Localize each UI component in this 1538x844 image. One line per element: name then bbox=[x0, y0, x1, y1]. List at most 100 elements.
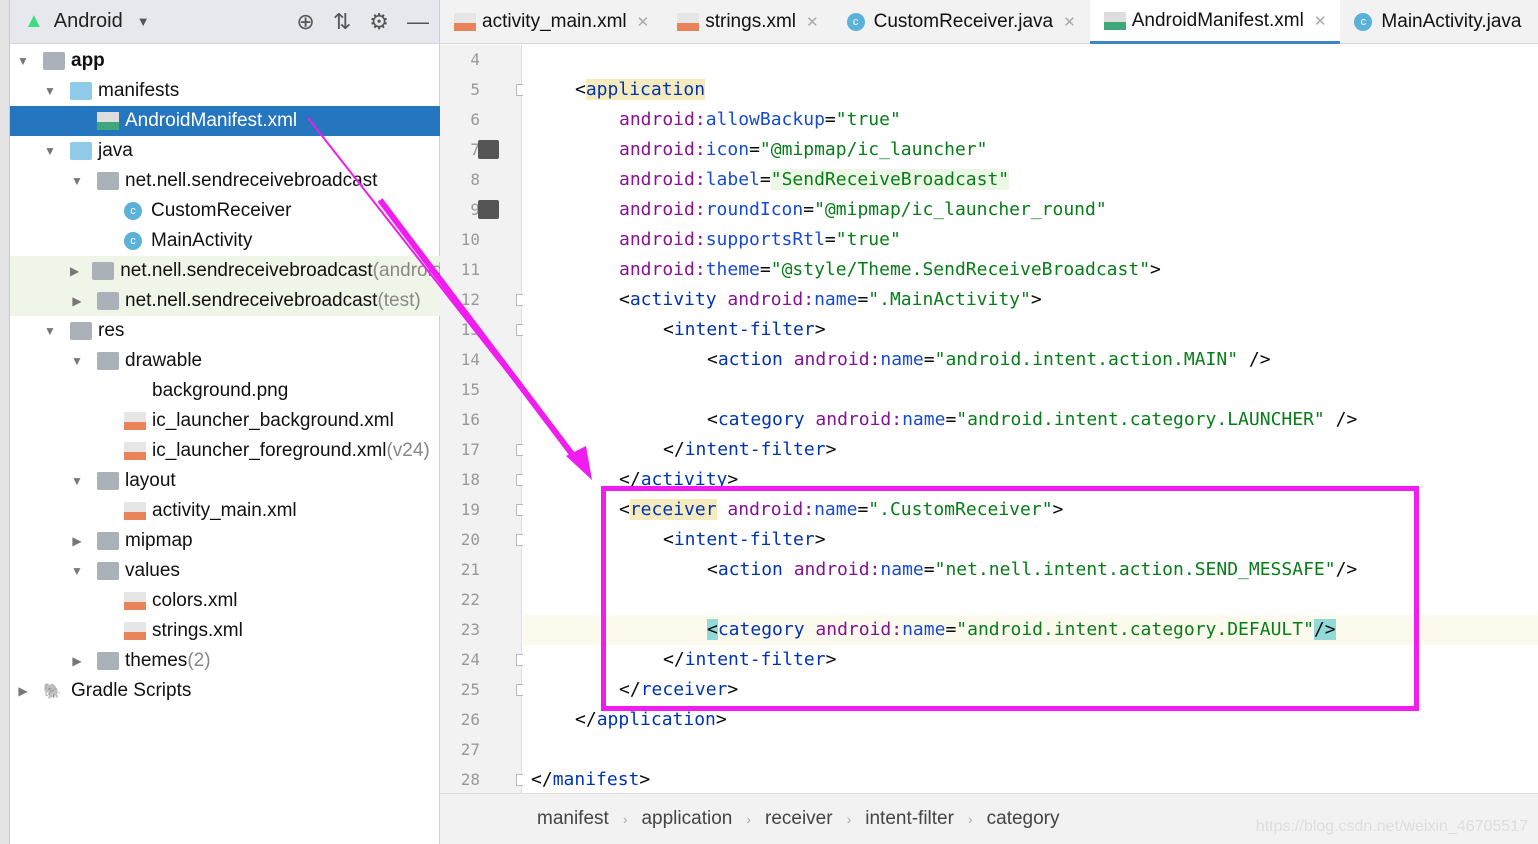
gear-icon[interactable]: ⚙ bbox=[369, 9, 389, 35]
image-preview-icon[interactable] bbox=[478, 140, 499, 159]
tab-customreceiver-java[interactable]: c CustomReceiver.java ✕ bbox=[833, 0, 1090, 44]
tab-mainactivity-java[interactable]: c MainActivity.java bbox=[1340, 0, 1535, 44]
expanded-arrow-icon[interactable]: ▼ bbox=[70, 474, 84, 488]
token-attr: label bbox=[705, 169, 760, 190]
line-number: 10 bbox=[460, 230, 480, 249]
tree-item-label: themes bbox=[125, 650, 188, 671]
expanded-arrow-icon[interactable]: ▼ bbox=[16, 54, 30, 68]
code-line[interactable]: <category android:name="android.intent.c… bbox=[523, 405, 1538, 435]
package-folder-icon bbox=[97, 472, 119, 490]
tree-item[interactable]: ▼ net.nell.sendreceivebroadcast bbox=[10, 166, 440, 196]
breadcrumb-category[interactable]: category bbox=[987, 808, 1060, 830]
locate-icon[interactable]: ⊕ bbox=[296, 9, 314, 35]
tree-item[interactable]: background.png bbox=[10, 376, 440, 406]
tree-item-label: CustomReceiver bbox=[151, 200, 292, 221]
code-line[interactable] bbox=[523, 375, 1538, 405]
tree-item[interactable]: ▼ res bbox=[10, 316, 440, 346]
close-icon[interactable]: ✕ bbox=[1314, 12, 1327, 30]
token-p: < bbox=[707, 409, 718, 430]
code-line[interactable]: <action android:name="android.intent.act… bbox=[523, 345, 1538, 375]
tree-item[interactable]: ▼ app bbox=[10, 46, 440, 76]
tree-item[interactable]: c CustomReceiver bbox=[10, 196, 440, 226]
image-preview-icon[interactable] bbox=[478, 200, 499, 219]
expanded-arrow-icon[interactable]: ▼ bbox=[43, 144, 57, 158]
line-number: 13 bbox=[460, 320, 480, 339]
breadcrumb-application[interactable]: application bbox=[641, 808, 732, 830]
tree-item[interactable]: ▶ 🐘 Gradle Scripts bbox=[10, 676, 440, 706]
tab-androidmanifest-xml[interactable]: AndroidManifest.xml ✕ bbox=[1089, 0, 1341, 44]
tree-item[interactable]: AndroidManifest.xml bbox=[10, 106, 440, 136]
code-line[interactable]: android:icon="@mipmap/ic_launcher" bbox=[523, 135, 1538, 165]
collapsed-arrow-icon[interactable]: ▶ bbox=[70, 654, 84, 668]
line-number: 4 bbox=[470, 50, 480, 69]
code-line[interactable]: </manifest> bbox=[523, 765, 1538, 793]
line-number: 15 bbox=[460, 380, 480, 399]
code-line[interactable] bbox=[523, 735, 1538, 765]
expanded-arrow-icon[interactable]: ▼ bbox=[43, 84, 57, 98]
code-line[interactable]: </intent-filter> bbox=[523, 435, 1538, 465]
token-ns: android: bbox=[619, 139, 706, 160]
expanded-arrow-icon[interactable]: ▼ bbox=[70, 174, 84, 188]
code-line[interactable]: android:label="SendReceiveBroadcast" bbox=[523, 165, 1538, 195]
class-icon: c bbox=[124, 202, 142, 220]
tree-item[interactable]: ▼ java bbox=[10, 136, 440, 166]
class-icon: c bbox=[1354, 13, 1373, 31]
tree-item[interactable]: ▶ net.nell.sendreceivebroadcast (test) bbox=[10, 286, 440, 316]
tree-item[interactable]: strings.xml bbox=[10, 616, 440, 646]
package-folder-icon bbox=[97, 532, 119, 550]
manifest-file-icon bbox=[97, 112, 119, 130]
tab-label: CustomReceiver.java bbox=[873, 11, 1054, 32]
code-line[interactable]: android:allowBackup="true" bbox=[523, 105, 1538, 135]
line-number: 17 bbox=[460, 440, 480, 459]
close-icon[interactable]: ✕ bbox=[1063, 13, 1076, 31]
chevron-down-icon[interactable]: ▼ bbox=[137, 14, 150, 29]
collapsed-arrow-icon[interactable]: ▶ bbox=[70, 294, 84, 308]
breadcrumb-receiver[interactable]: receiver bbox=[765, 808, 833, 830]
tab-activity-main-xml[interactable]: activity_main.xml ✕ bbox=[440, 0, 663, 44]
collapsed-arrow-icon[interactable]: ▶ bbox=[70, 534, 84, 548]
code-line[interactable]: <intent-filter> bbox=[523, 315, 1538, 345]
collapsed-arrow-icon[interactable]: ▶ bbox=[70, 264, 79, 278]
tab-label: MainActivity.java bbox=[1381, 11, 1522, 32]
code-line[interactable]: android:supportsRtl="true" bbox=[523, 225, 1538, 255]
collapse-all-icon[interactable]: ⇅ bbox=[333, 9, 351, 35]
tree-item[interactable]: ▶ themes (2) bbox=[10, 646, 440, 676]
minimize-icon[interactable]: — bbox=[407, 9, 429, 35]
breadcrumb-manifest[interactable]: manifest bbox=[537, 808, 609, 830]
code-line[interactable]: android:roundIcon="@mipmap/ic_launcher_r… bbox=[523, 195, 1538, 225]
code-line[interactable]: <activity android:name=".MainActivity"> bbox=[523, 285, 1538, 315]
line-number: 22 bbox=[460, 590, 480, 609]
code-line[interactable]: <application bbox=[523, 75, 1538, 105]
expanded-arrow-icon[interactable]: ▼ bbox=[43, 324, 57, 338]
code-line[interactable] bbox=[523, 45, 1538, 75]
expanded-arrow-icon[interactable]: ▼ bbox=[70, 354, 84, 368]
xml-file-icon bbox=[124, 592, 146, 610]
tree-item[interactable]: ▼ drawable bbox=[10, 346, 440, 376]
expanded-arrow-icon[interactable]: ▼ bbox=[70, 564, 84, 578]
tree-item[interactable]: ▶ net.nell.sendreceivebroadcast (androidT… bbox=[10, 256, 484, 286]
close-icon[interactable]: ✕ bbox=[806, 13, 819, 31]
token-ns: android: bbox=[727, 289, 815, 310]
collapsed-arrow-icon[interactable]: ▶ bbox=[16, 684, 30, 698]
tree-item[interactable]: ▼ manifests bbox=[10, 76, 440, 106]
tree-item[interactable]: c MainActivity bbox=[10, 226, 440, 256]
breadcrumb-intent-filter[interactable]: intent-filter bbox=[865, 808, 954, 830]
tree-item[interactable]: colors.xml bbox=[10, 586, 440, 616]
close-icon[interactable]: ✕ bbox=[637, 13, 650, 31]
tree-item[interactable]: ic_launcher_background.xml bbox=[10, 406, 440, 436]
line-number: 5 bbox=[470, 80, 480, 99]
tree-item[interactable]: ▶ mipmap bbox=[10, 526, 440, 556]
tree-item[interactable]: ▼ layout bbox=[10, 466, 440, 496]
tree-item[interactable]: ic_launcher_foreground.xml (v24) bbox=[10, 436, 440, 466]
tree-item-suffix: (v24) bbox=[386, 440, 430, 461]
token-p: </ bbox=[575, 709, 597, 730]
tree-item[interactable]: ▼ values bbox=[10, 556, 440, 586]
left-tool-strip[interactable] bbox=[0, 0, 10, 844]
token-ns: android: bbox=[619, 169, 706, 190]
tab-strings-xml[interactable]: strings.xml ✕ bbox=[663, 0, 832, 44]
token-val: "@mipmap/ic_launcher_round" bbox=[814, 199, 1107, 220]
code-line[interactable]: android:theme="@style/Theme.SendReceiveB… bbox=[523, 255, 1538, 285]
tree-item[interactable]: activity_main.xml bbox=[10, 496, 440, 526]
folder-icon bbox=[70, 82, 92, 100]
view-selector[interactable]: Android bbox=[54, 10, 123, 33]
